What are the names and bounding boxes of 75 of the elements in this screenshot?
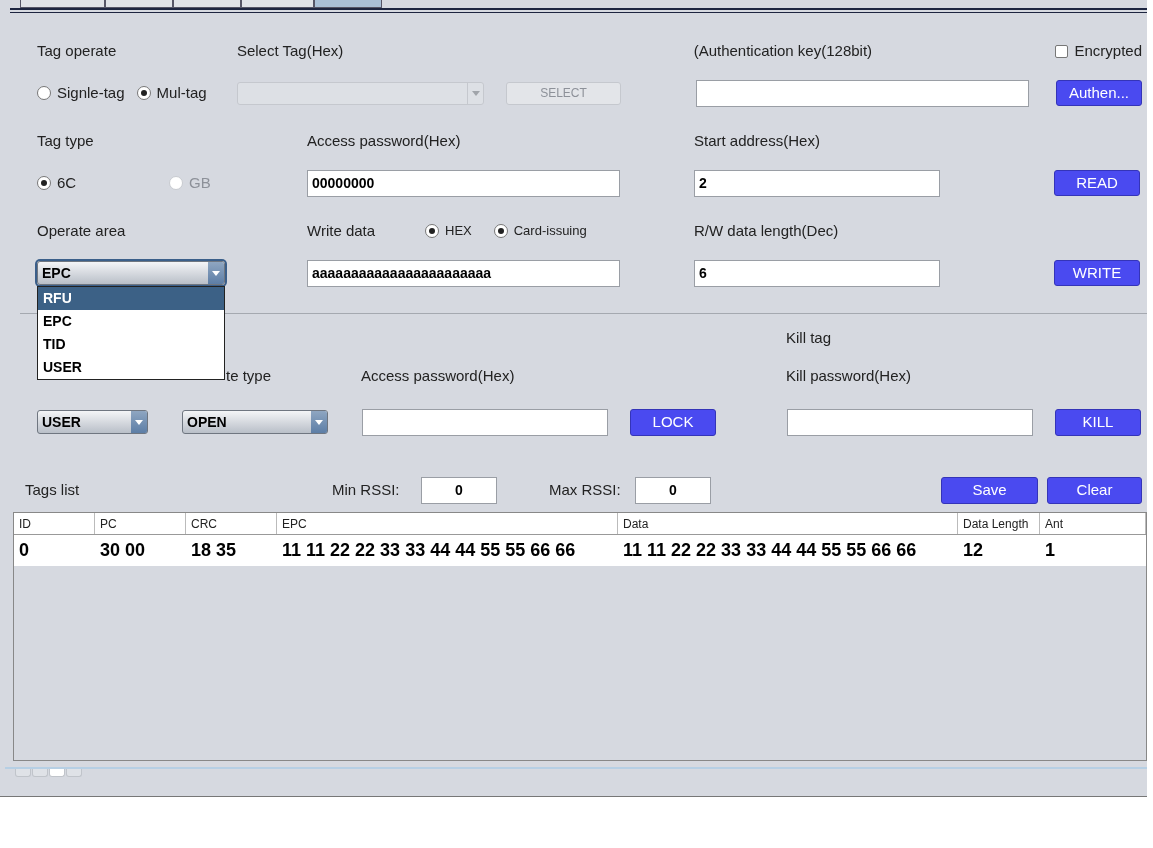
table-cell-text: 30 00 — [99, 539, 147, 562]
write-button[interactable]: WRITE — [1054, 260, 1140, 286]
input-field[interactable]: 2 — [694, 169, 940, 197]
table-cell-text: 12 — [962, 539, 985, 562]
radio-label: GB — [189, 172, 211, 193]
field-label: Tags list — [25, 479, 81, 500]
radio-label: Card-issuing — [513, 222, 587, 241]
radio-label: HEX — [445, 222, 472, 241]
field-label: Max RSSI: — [549, 479, 622, 500]
dropdown-option[interactable]: RFU — [38, 287, 224, 310]
clear-button[interactable]: Clear — [1047, 476, 1142, 504]
radio-button[interactable] — [37, 86, 51, 100]
input-field[interactable]: 0 — [421, 476, 497, 504]
dropdown[interactable]: OPEN — [182, 410, 328, 434]
field-label: Tag type — [37, 130, 95, 151]
tab[interactable] — [105, 0, 173, 8]
tab[interactable] — [173, 0, 241, 8]
lock-button[interactable]: LOCK — [630, 408, 716, 436]
tab[interactable] — [241, 0, 314, 8]
caret-icon — [135, 419, 143, 425]
dropdown-option[interactable]: USER — [38, 356, 224, 379]
field-label: te type — [226, 365, 273, 386]
field-label: Access password(Hex) — [307, 130, 462, 151]
table-cell-text: 11 11 22 22 33 33 44 44 55 55 66 66 — [281, 539, 577, 562]
field-label: Min RSSI: — [332, 479, 401, 500]
radio-button[interactable] — [136, 86, 151, 100]
table-cell-text: 0 — [18, 539, 30, 562]
tab[interactable] — [20, 0, 105, 8]
column-header[interactable]: Data — [618, 513, 958, 534]
radio-label: Mul-tag — [156, 82, 207, 103]
field-label: (Authentication key(128bit) — [693, 40, 874, 61]
input-field[interactable]: aaaaaaaaaaaaaaaaaaaaaaa — [307, 259, 620, 287]
authenticate-button[interactable]: Authen... — [1056, 80, 1142, 106]
kill-button[interactable]: KILL — [1055, 408, 1141, 436]
field-label: Start address(Hex) — [694, 130, 820, 151]
table-cell-text: 11 11 22 22 33 33 44 44 55 55 66 66 — [622, 539, 918, 562]
dropdown[interactable]: USER — [37, 410, 148, 434]
column-header[interactable]: PC — [95, 513, 186, 534]
input-field[interactable]: 0 — [635, 476, 711, 504]
input-field[interactable] — [362, 408, 608, 436]
caret-icon — [315, 419, 323, 425]
column-header[interactable]: CRC — [186, 513, 277, 534]
checkbox[interactable] — [1055, 44, 1069, 58]
column-header[interactable]: EPC — [277, 513, 618, 534]
radio-label: 6C — [57, 172, 77, 193]
radio-button[interactable] — [493, 224, 508, 238]
radio-button[interactable] — [425, 224, 439, 238]
field-label: Tag operate — [37, 40, 118, 61]
field-label: Access password(Hex) — [361, 365, 516, 386]
field-label: R/W data length(Dec) — [694, 220, 839, 241]
field-label: Encrypted — [1074, 40, 1142, 61]
table-cell-text: 18 35 — [190, 539, 238, 562]
field-label: Kill tag — [786, 327, 832, 348]
caret-icon — [471, 90, 480, 96]
radio-label: Signle-tag — [57, 82, 125, 103]
radio-button[interactable] — [37, 176, 51, 190]
field-label: Kill password(Hex) — [786, 365, 912, 386]
read-button[interactable]: READ — [1054, 170, 1140, 196]
caret-icon — [212, 270, 220, 276]
column-header[interactable]: Data Length — [958, 513, 1040, 534]
tab[interactable] — [314, 0, 382, 8]
column-header[interactable]: ID — [14, 513, 95, 534]
save-button[interactable]: Save — [941, 476, 1038, 504]
field-label: Select Tag(Hex) — [236, 40, 345, 61]
dropdown-option[interactable]: EPC — [38, 310, 224, 333]
input-field[interactable] — [787, 408, 1033, 436]
table-cell-text: 1 — [1044, 539, 1056, 562]
dropdown-option[interactable]: TID — [38, 333, 224, 356]
dropdown[interactable]: EPC — [37, 261, 225, 285]
input-field[interactable] — [696, 79, 1029, 107]
field-label: Write data — [307, 220, 377, 241]
input-field[interactable]: 00000000 — [307, 169, 620, 197]
field-label: Operate area — [37, 220, 127, 241]
input-field[interactable]: 6 — [694, 259, 940, 287]
column-header[interactable]: Ant — [1040, 513, 1146, 534]
